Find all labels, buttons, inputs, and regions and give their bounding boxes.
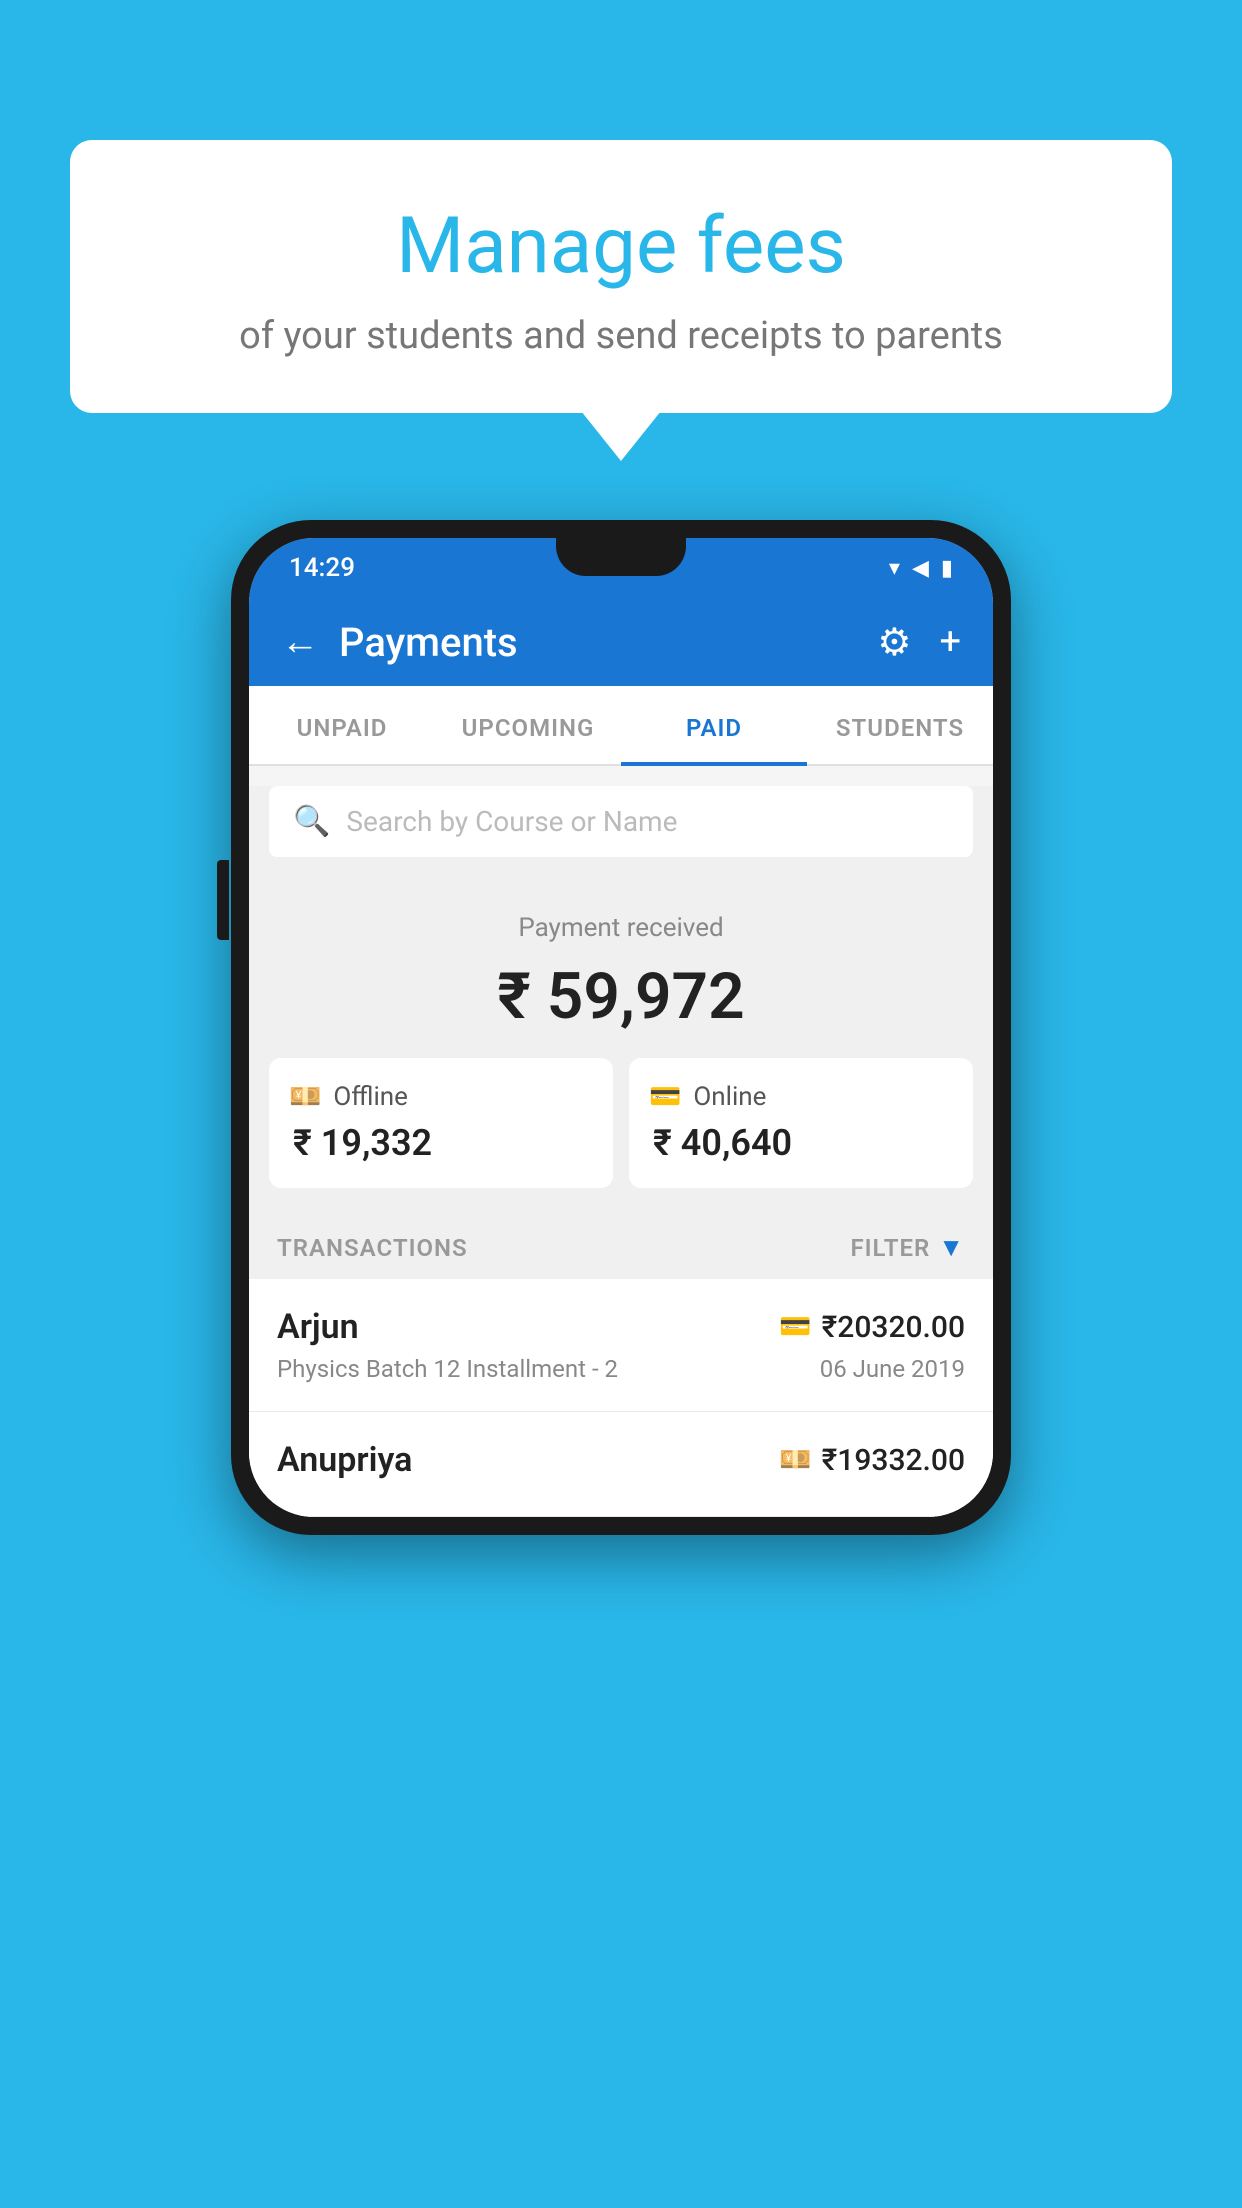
amount-row-arjun: 💳 ₹20320.00: [779, 1310, 965, 1345]
search-icon: 🔍: [293, 804, 330, 839]
back-button[interactable]: ←: [281, 620, 319, 664]
tab-students[interactable]: STUDENTS: [807, 686, 993, 764]
transaction-row-anupriya[interactable]: Anupriya 💴 ₹19332.00: [249, 1412, 993, 1517]
online-card-header: 💳 Online: [649, 1082, 953, 1112]
phone-screen: 14:29 ▾ ◀ ▮ ← Payments ⚙ + UNPAID UPCO: [249, 538, 993, 1517]
signal-icon: ◀: [912, 556, 929, 581]
transaction-top-anupriya: Anupriya 💴 ₹19332.00: [277, 1440, 965, 1480]
phone-mockup: 14:29 ▾ ◀ ▮ ← Payments ⚙ + UNPAID UPCO: [231, 520, 1011, 1535]
filter-button[interactable]: FILTER ▼: [850, 1232, 965, 1263]
transactions-label: TRANSACTIONS: [277, 1234, 468, 1262]
transaction-bottom-arjun: Physics Batch 12 Installment - 2 06 June…: [277, 1355, 965, 1383]
online-amount: ₹ 40,640: [649, 1122, 953, 1164]
amount-anupriya: ₹19332.00: [822, 1443, 965, 1478]
content-area: 🔍 Search by Course or Name Payment recei…: [249, 786, 993, 1517]
transactions-header: TRANSACTIONS FILTER ▼: [249, 1212, 993, 1279]
student-name-arjun: Arjun: [277, 1307, 359, 1347]
payment-received-amount: ₹ 59,972: [269, 959, 973, 1034]
speech-bubble-container: Manage fees of your students and send re…: [70, 140, 1172, 413]
payment-received-label: Payment received: [269, 913, 973, 943]
status-icons: ▾ ◀ ▮: [889, 556, 953, 581]
app-bar-icons: ⚙ +: [877, 620, 961, 665]
offline-icon: 💴: [289, 1082, 321, 1112]
online-card: 💳 Online ₹ 40,640: [629, 1058, 973, 1188]
tabs-bar: UNPAID UPCOMING PAID STUDENTS: [249, 686, 993, 766]
search-placeholder: Search by Course or Name: [346, 805, 677, 838]
app-bar-title: Payments: [339, 619, 857, 666]
filter-label: FILTER: [850, 1234, 930, 1262]
online-icon: 💳: [649, 1082, 681, 1112]
payment-received-section: Payment received ₹ 59,972: [249, 877, 993, 1058]
status-bar: 14:29 ▾ ◀ ▮: [249, 538, 993, 598]
offline-card: 💴 Offline ₹ 19,332: [269, 1058, 613, 1188]
transaction-row-arjun[interactable]: Arjun 💳 ₹20320.00 Physics Batch 12 Insta…: [249, 1279, 993, 1412]
app-bar: ← Payments ⚙ +: [249, 598, 993, 686]
phone-container: 14:29 ▾ ◀ ▮ ← Payments ⚙ + UNPAID UPCO: [231, 520, 1011, 1535]
cards-row: 💴 Offline ₹ 19,332 💳 Online ₹ 40,640: [249, 1058, 993, 1212]
offline-label: Offline: [333, 1082, 408, 1112]
settings-icon[interactable]: ⚙: [877, 620, 911, 665]
notch: [556, 538, 686, 576]
search-bar[interactable]: 🔍 Search by Course or Name: [269, 786, 973, 857]
battery-icon: ▮: [941, 556, 953, 581]
wifi-icon: ▾: [889, 556, 900, 581]
tab-paid[interactable]: PAID: [621, 686, 807, 764]
transaction-top-arjun: Arjun 💳 ₹20320.00: [277, 1307, 965, 1347]
speech-bubble: Manage fees of your students and send re…: [70, 140, 1172, 413]
filter-icon: ▼: [938, 1232, 965, 1263]
add-icon[interactable]: +: [939, 620, 961, 664]
offline-payment-icon: 💴: [779, 1445, 811, 1475]
tab-unpaid[interactable]: UNPAID: [249, 686, 435, 764]
bubble-title: Manage fees: [120, 200, 1122, 294]
tab-upcoming[interactable]: UPCOMING: [435, 686, 621, 764]
offline-amount: ₹ 19,332: [289, 1122, 593, 1164]
date-arjun: 06 June 2019: [820, 1355, 965, 1383]
offline-card-header: 💴 Offline: [289, 1082, 593, 1112]
course-arjun: Physics Batch 12 Installment - 2: [277, 1355, 618, 1383]
online-payment-icon: 💳: [779, 1312, 811, 1342]
amount-row-anupriya: 💴 ₹19332.00: [779, 1443, 965, 1478]
student-name-anupriya: Anupriya: [277, 1440, 412, 1480]
bubble-subtitle: of your students and send receipts to pa…: [120, 314, 1122, 358]
amount-arjun: ₹20320.00: [822, 1310, 965, 1345]
status-time: 14:29: [289, 553, 355, 583]
online-label: Online: [693, 1082, 766, 1112]
